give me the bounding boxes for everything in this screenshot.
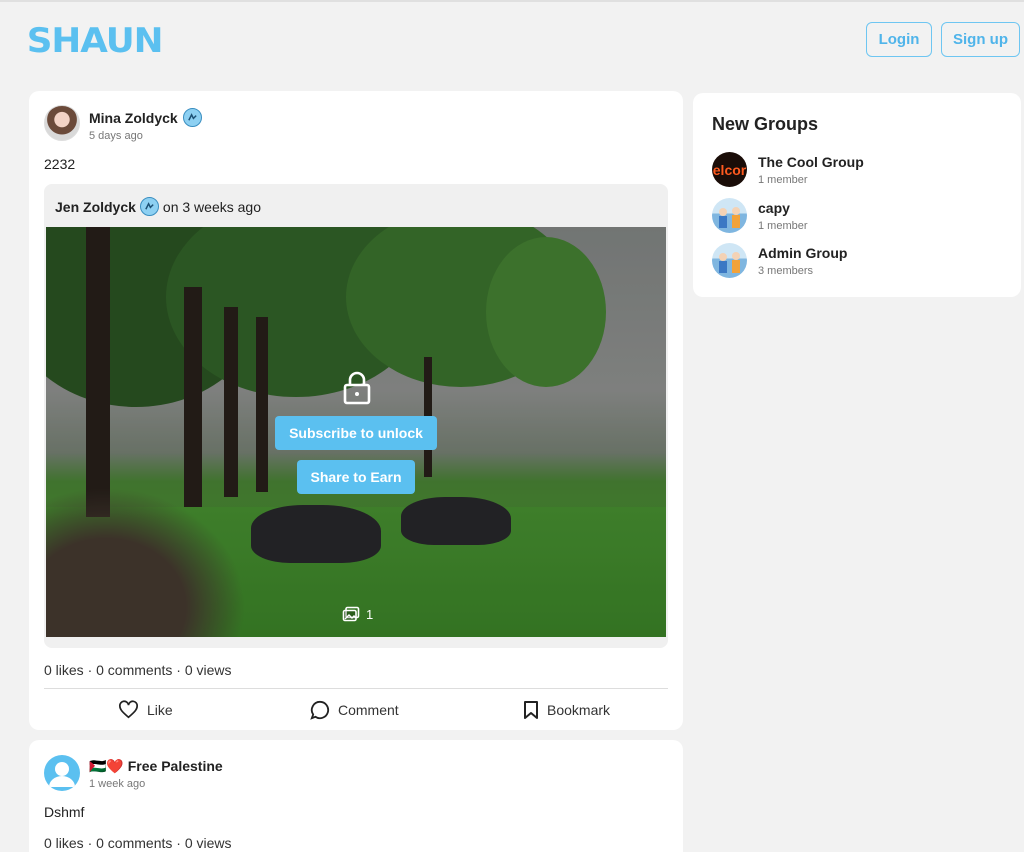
group-avatar: elcor	[712, 152, 747, 187]
group-item[interactable]: capy 1 member	[712, 198, 1002, 238]
locked-image: Subscribe to unlock Share to Earn 1	[46, 227, 666, 637]
group-member-count: 1 member	[758, 220, 808, 232]
group-name[interactable]: The Cool Group	[758, 154, 864, 170]
post-stats: 0 likes · 0 comments · 0 views	[44, 835, 232, 851]
group-item[interactable]: Admin Group 3 members	[712, 243, 1002, 283]
share-to-earn-button[interactable]: Share to Earn	[297, 460, 415, 494]
group-member-count: 3 members	[758, 265, 814, 277]
author-name[interactable]: 🇵🇸❤️ Free Palestine	[89, 758, 223, 775]
group-item[interactable]: elcor The Cool Group 1 member	[712, 152, 1002, 192]
lock-icon	[342, 371, 372, 410]
bookmark-button[interactable]: Bookmark	[523, 700, 610, 720]
author-name[interactable]: Mina Zoldyck	[89, 110, 178, 126]
post-text: 2232	[44, 156, 76, 172]
post-stats: 0 likes · 0 comments · 0 views	[44, 662, 232, 678]
post-time: 1 week ago	[89, 778, 146, 790]
like-label: Like	[147, 701, 173, 718]
groups-title: New Groups	[712, 114, 819, 134]
cartoon-avatar-icon	[719, 252, 740, 273]
post-author[interactable]: 🇵🇸❤️ Free Palestine	[89, 758, 223, 775]
default-user-icon	[49, 762, 75, 787]
image-count-value: 1	[366, 606, 374, 622]
subscribe-to-unlock-button[interactable]: Subscribe to unlock	[275, 416, 437, 450]
comment-icon	[310, 700, 329, 720]
login-button[interactable]: Login	[866, 22, 932, 57]
new-groups-panel: New Groups elcor The Cool Group 1 member…	[693, 93, 1021, 297]
heart-icon	[119, 700, 138, 719]
group-name[interactable]: Admin Group	[758, 245, 847, 261]
post-text: Dshmf	[44, 804, 85, 820]
divider	[44, 688, 668, 689]
group-avatar	[712, 243, 747, 278]
comment-button[interactable]: Comment	[310, 700, 399, 720]
shared-time: on 3 weeks ago	[162, 198, 261, 215]
group-member-count: 1 member	[758, 174, 808, 186]
group-avatar	[712, 198, 747, 233]
shared-author-name[interactable]: Jen Zoldyck	[55, 199, 136, 215]
post-time: 5 days ago	[89, 130, 143, 142]
post-author[interactable]: Mina Zoldyck	[89, 108, 202, 127]
avatar[interactable]	[44, 755, 80, 791]
image-count: 1	[342, 606, 373, 622]
cartoon-avatar-icon	[719, 207, 740, 228]
shared-post[interactable]: Jen Zoldyck on 3 weeks ago Subscribe to …	[44, 184, 668, 648]
group-name[interactable]: capy	[758, 200, 790, 216]
comment-label: Comment	[338, 702, 399, 718]
post-card: 🇵🇸❤️ Free Palestine 1 week ago Dshmf 0 l…	[29, 740, 683, 852]
group-avatar-text: elcor	[712, 161, 747, 178]
like-button[interactable]: Like	[118, 700, 173, 719]
verified-badge-icon	[182, 108, 202, 127]
post-card: Mina Zoldyck 5 days ago 2232 Jen Zoldyck…	[29, 91, 683, 730]
avatar[interactable]	[44, 105, 80, 141]
bookmark-icon	[524, 701, 538, 719]
signup-button[interactable]: Sign up	[941, 22, 1020, 57]
gallery-icon	[342, 606, 360, 622]
bookmark-label: Bookmark	[547, 702, 611, 718]
shared-post-header: Jen Zoldyck on 3 weeks ago	[55, 197, 261, 216]
verified-badge-icon	[139, 197, 159, 216]
logo[interactable]: SHAUN	[27, 24, 164, 58]
